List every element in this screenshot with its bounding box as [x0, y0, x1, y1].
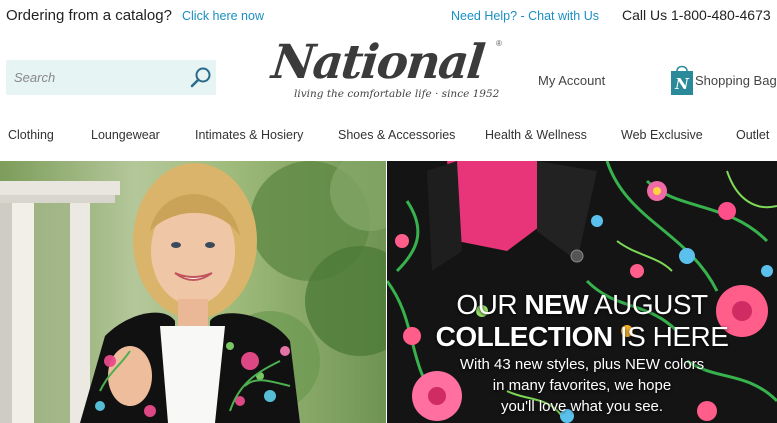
- my-account-link[interactable]: My Account: [538, 73, 605, 88]
- search-icon[interactable]: [189, 66, 213, 90]
- hero-subtext-3: you'll love what you see.: [500, 398, 664, 415]
- hero-subtext-2: in many favorites, we hope: [492, 377, 672, 394]
- national-logo[interactable]: National ® living the comfortable life ·…: [269, 35, 510, 105]
- catalog-link[interactable]: Click here now: [182, 9, 264, 23]
- hero-h1-pre: OUR: [456, 289, 525, 320]
- hero-h2-bold: COLLECTION: [435, 321, 614, 352]
- hero-model-photo: [0, 161, 386, 423]
- chat-help-link[interactable]: Need Help? - Chat with Us: [451, 9, 599, 23]
- shopping-bag-label: Shopping Bag: [695, 73, 777, 88]
- hero-headline-line-2: COLLECTION IS HERE: [387, 321, 777, 353]
- search-box: [6, 60, 216, 95]
- nav-item-intimates-hosiery[interactable]: Intimates & Hosiery: [195, 128, 303, 142]
- nav-item-clothing[interactable]: Clothing: [8, 128, 54, 142]
- main-navigation: Clothing Loungewear Intimates & Hosiery …: [0, 126, 777, 146]
- nav-item-outlet[interactable]: Outlet: [736, 128, 769, 142]
- phone-number: Call Us 1-800-480-4673: [622, 7, 771, 23]
- hero-subtext-1: With 43 new styles, plus NEW colors: [459, 356, 705, 373]
- logo-tagline: living the comfortable life · since 1952: [294, 88, 500, 100]
- hero-banner[interactable]: OUR NEW AUGUST COLLECTION IS HERE With 4…: [0, 161, 777, 423]
- hero-h1-post: AUGUST: [588, 289, 708, 320]
- catalog-question: Ordering from a catalog?: [6, 7, 172, 24]
- shopping-bag-icon: N: [670, 63, 694, 95]
- hero-h1-bold: NEW: [524, 289, 589, 320]
- registered-mark: ®: [496, 39, 502, 48]
- top-bar: Ordering from a catalog? Click here now …: [0, 0, 777, 32]
- nav-item-loungewear[interactable]: Loungewear: [91, 128, 160, 142]
- hero-h2-post: IS HERE: [612, 321, 729, 352]
- search-input[interactable]: [14, 66, 179, 88]
- bag-badge-letter: N: [674, 75, 690, 93]
- nav-item-health-wellness[interactable]: Health & Wellness: [485, 128, 587, 142]
- nav-item-web-exclusive[interactable]: Web Exclusive: [621, 128, 703, 142]
- hero-collection-promo[interactable]: OUR NEW AUGUST COLLECTION IS HERE With 4…: [387, 161, 777, 423]
- hero-headline-line-1: OUR NEW AUGUST: [387, 289, 777, 321]
- nav-item-shoes-accessories[interactable]: Shoes & Accessories: [338, 128, 455, 142]
- logo-wordmark: National: [269, 35, 486, 90]
- hero-headline-block: OUR NEW AUGUST COLLECTION IS HERE With 4…: [387, 289, 777, 416]
